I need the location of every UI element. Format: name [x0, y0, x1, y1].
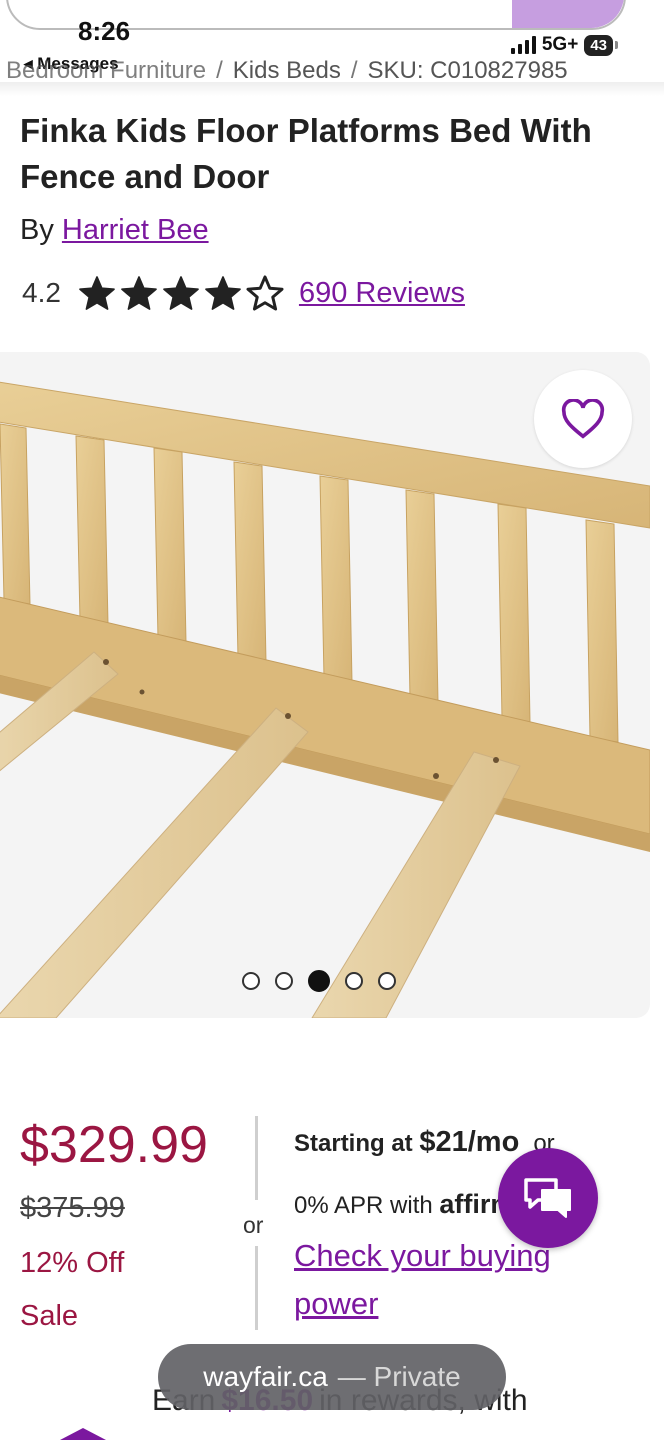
financing-monthly: Starting at $21/mo or — [294, 1126, 634, 1159]
check-buying-power-link[interactable]: Check your buying power — [294, 1232, 634, 1328]
rating-value: 4.2 — [22, 277, 61, 308]
product-image-gallery[interactable] — [0, 352, 650, 1018]
header-shadow — [0, 82, 664, 96]
star-empty-icon — [246, 275, 284, 311]
heart-outline-icon — [561, 399, 605, 439]
gallery-pagination — [242, 970, 396, 992]
gallery-dot[interactable] — [345, 972, 363, 990]
favorite-button[interactable] — [534, 370, 632, 468]
star-filled-icon — [205, 276, 241, 310]
breadcrumb-separator: / — [216, 57, 223, 84]
star-rating — [77, 274, 285, 312]
battery-nub — [615, 41, 618, 49]
chat-button[interactable] — [498, 1148, 598, 1248]
starting-prefix: Starting at — [294, 1130, 413, 1157]
network-type: 5G+ — [541, 34, 579, 55]
price-block: $329.99 $375.99 12% Off Sale — [20, 1112, 208, 1333]
gallery-dot[interactable] — [378, 972, 396, 990]
reviews-link[interactable]: 690 Reviews — [299, 277, 465, 310]
star-filled-icon — [79, 276, 115, 310]
breadcrumb-item-kids-beds[interactable]: Kids Beds — [233, 57, 341, 84]
breadcrumb-item-sku: SKU: C010827985 — [367, 57, 568, 84]
battery-icon: 43 — [584, 34, 613, 56]
gallery-dot[interactable] — [242, 972, 260, 990]
status-time: 8:26 — [78, 16, 131, 46]
sale-label: Sale — [20, 1300, 79, 1332]
price-divider — [255, 1116, 258, 1200]
signal-icon — [510, 36, 536, 54]
chat-bubbles-icon — [524, 1178, 571, 1218]
price-divider — [255, 1246, 258, 1330]
gallery-dot[interactable] — [308, 970, 330, 992]
apr-text: 0% APR with — [294, 1192, 433, 1219]
breadcrumb-separator: / — [350, 57, 358, 84]
product-title: Finka Kids Floor Platforms Bed With Fenc… — [20, 112, 592, 195]
domain-label: wayfair.ca — [203, 1361, 328, 1392]
gallery-dot[interactable] — [275, 972, 293, 990]
breadcrumb: Bedroom Furniture / Kids Beds / SKU: C010827… — [6, 57, 568, 85]
discount-label: 12% Off — [20, 1247, 125, 1279]
browser-address-pill[interactable]: wayfair.ca — Private — [158, 1344, 506, 1410]
by-prefix: By — [20, 214, 54, 246]
breadcrumb-item-bedroom-furniture[interactable]: Bedroom Furniture — [6, 57, 206, 84]
brand-line: By Harriet Bee — [20, 214, 209, 247]
monthly-amount: $21/mo — [419, 1126, 520, 1158]
or-separator: or — [243, 1212, 264, 1238]
star-filled-icon — [163, 276, 199, 310]
status-indicators: 5G+ 43 — [510, 34, 618, 56]
brand-link[interactable]: Harriet Bee — [62, 214, 209, 246]
original-price: $375.99 — [20, 1192, 125, 1224]
rating-row: 4.2 690 Reviews — [22, 274, 465, 312]
search-button-remnant[interactable] — [512, 0, 624, 28]
private-mode-label: — Private — [337, 1361, 461, 1392]
rewards-icon — [60, 1428, 106, 1440]
star-filled-icon — [121, 276, 157, 310]
sale-price: $329.99 — [20, 1116, 208, 1174]
